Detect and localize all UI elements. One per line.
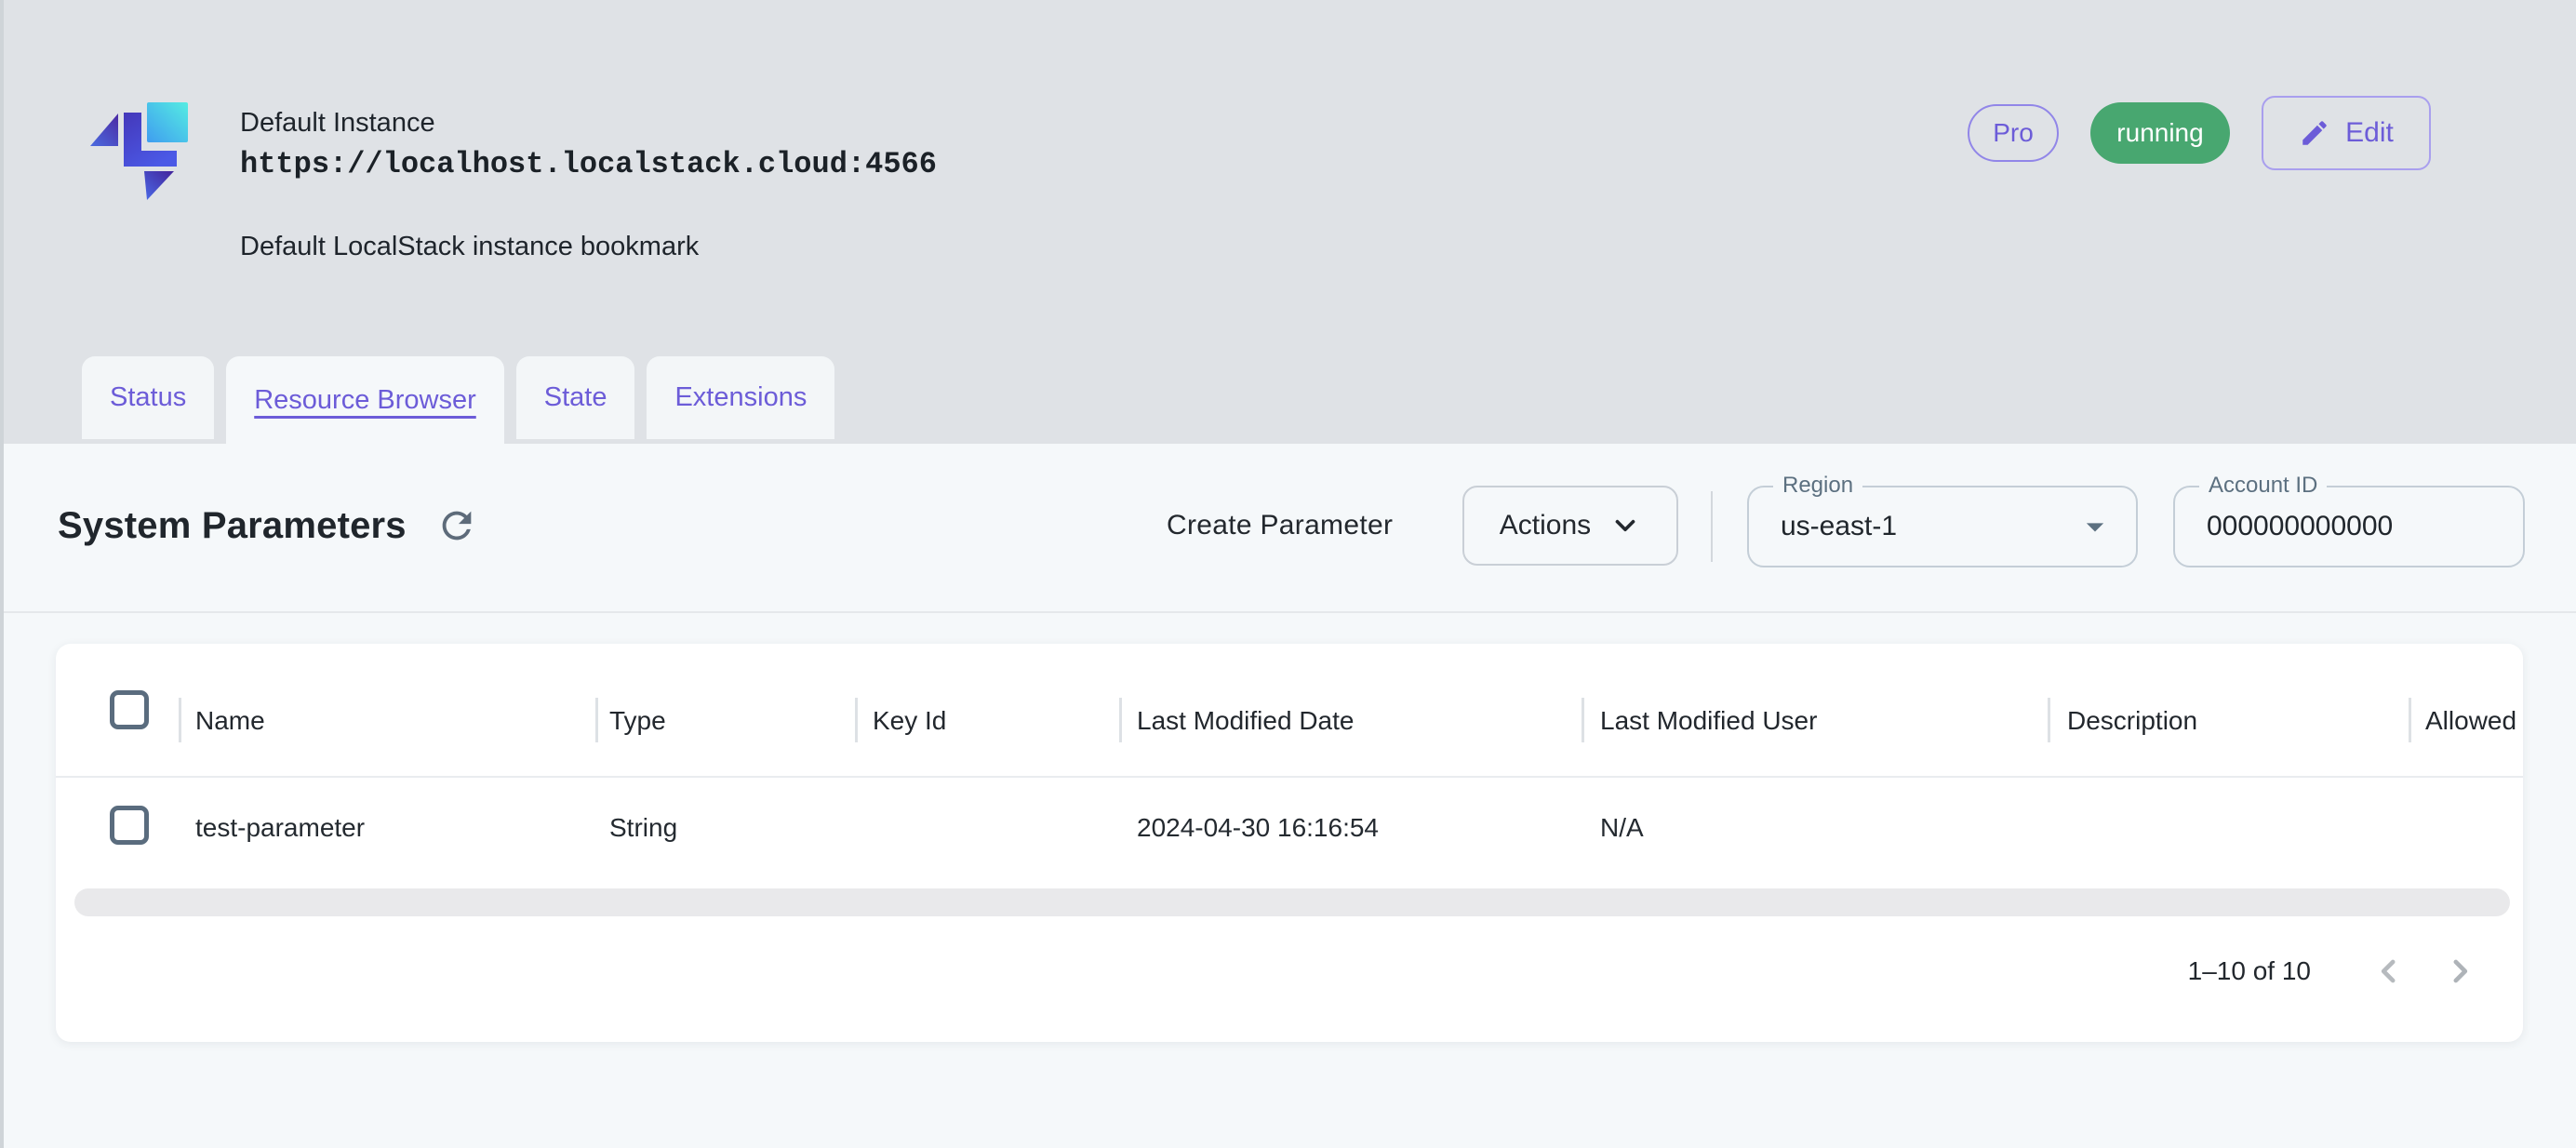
page-title: System Parameters (58, 505, 407, 547)
create-parameter-label: Create Parameter (1167, 510, 1393, 541)
account-id-field: Account ID (2173, 486, 2525, 567)
column-separator (2409, 698, 2411, 742)
tab-state-label: State (544, 382, 607, 413)
window-edge (0, 0, 4, 1148)
table-row[interactable]: test-parameter String 2024-04-30 16:16:5… (56, 780, 2523, 876)
region-select-value: us-east-1 (1781, 511, 1897, 542)
create-parameter-button[interactable]: Create Parameter (1167, 486, 1393, 566)
region-select[interactable]: Region us-east-1 (1747, 486, 2138, 567)
column-separator (595, 698, 598, 742)
parameter-name-link[interactable]: test-parameter (195, 808, 365, 848)
instance-header: Default Instance https://localhost.local… (0, 0, 2576, 444)
table-header-row: Name Type Key Id Last Modified Date Last… (56, 644, 2523, 778)
row-checkbox[interactable] (110, 806, 149, 845)
toolbar-divider (1711, 491, 1713, 562)
instance-description: Default LocalStack instance bookmark (240, 229, 937, 264)
parameters-table-card: Name Type Key Id Last Modified Date Last… (56, 644, 2523, 1042)
instance-badges: Pro running Edit (1968, 90, 2431, 176)
chevron-left-icon (2370, 953, 2408, 990)
column-separator (179, 698, 181, 742)
tab-status-label: Status (110, 382, 186, 413)
column-header-description[interactable]: Description (2067, 701, 2197, 741)
pagination-range-label: 1–10 of 10 (2188, 956, 2311, 986)
horizontal-scrollbar[interactable] (74, 888, 2510, 916)
column-header-last-modified-user[interactable]: Last Modified User (1600, 701, 1817, 741)
status-badge: running (2090, 102, 2230, 164)
pagination: 1–10 of 10 (2188, 938, 2495, 1005)
pencil-icon (2299, 117, 2330, 149)
instance-title: Default Instance (240, 104, 937, 141)
edit-button[interactable]: Edit (2262, 96, 2431, 170)
chevron-down-icon (1609, 510, 1641, 541)
select-all-checkbox[interactable] (110, 690, 149, 729)
status-badge-label: running (2116, 118, 2203, 148)
localstack-logo-icon (88, 87, 193, 207)
refresh-icon (435, 504, 478, 547)
dropdown-arrow-icon (2075, 506, 2116, 547)
tab-bar: Status Resource Browser State Extensions (82, 356, 834, 444)
tab-resource-browser[interactable]: Resource Browser (226, 356, 504, 444)
instance-url: https://localhost.localstack.cloud:4566 (240, 143, 937, 186)
tab-resource-browser-label: Resource Browser (254, 385, 476, 416)
tab-extensions-label: Extensions (674, 382, 807, 413)
refresh-button[interactable] (431, 500, 483, 552)
chevron-right-icon (2441, 953, 2478, 990)
column-header-last-modified-date[interactable]: Last Modified Date (1137, 701, 1354, 741)
pro-badge-label: Pro (1993, 118, 2034, 148)
edit-button-label: Edit (2345, 117, 2394, 149)
parameter-last-modified-user-cell: N/A (1600, 808, 1644, 848)
instance-info: Default Instance https://localhost.local… (240, 104, 937, 264)
column-header-key-id[interactable]: Key Id (873, 701, 946, 741)
tab-state[interactable]: State (516, 356, 635, 439)
pro-badge: Pro (1968, 104, 2059, 162)
parameter-type-cell: String (609, 808, 677, 848)
tab-extensions[interactable]: Extensions (647, 356, 834, 439)
actions-button-label: Actions (1500, 510, 1591, 541)
next-page-button[interactable] (2424, 938, 2495, 1005)
parameter-last-modified-date-cell: 2024-04-30 16:16:54 (1137, 808, 1379, 848)
toolbar-bottom-divider (0, 611, 2576, 613)
column-header-allowed[interactable]: Allowed (2425, 701, 2516, 741)
actions-button[interactable]: Actions (1462, 486, 1678, 566)
column-separator (1119, 698, 1122, 742)
page-title-row: System Parameters (58, 486, 483, 566)
tab-status[interactable]: Status (82, 356, 214, 439)
account-id-inner (2175, 487, 2523, 566)
account-id-input[interactable] (2207, 511, 2486, 542)
column-header-type[interactable]: Type (609, 701, 666, 741)
column-header-name[interactable]: Name (195, 701, 265, 741)
column-separator (2048, 698, 2050, 742)
column-separator (1582, 698, 1584, 742)
previous-page-button[interactable] (2354, 938, 2424, 1005)
column-separator (855, 698, 858, 742)
